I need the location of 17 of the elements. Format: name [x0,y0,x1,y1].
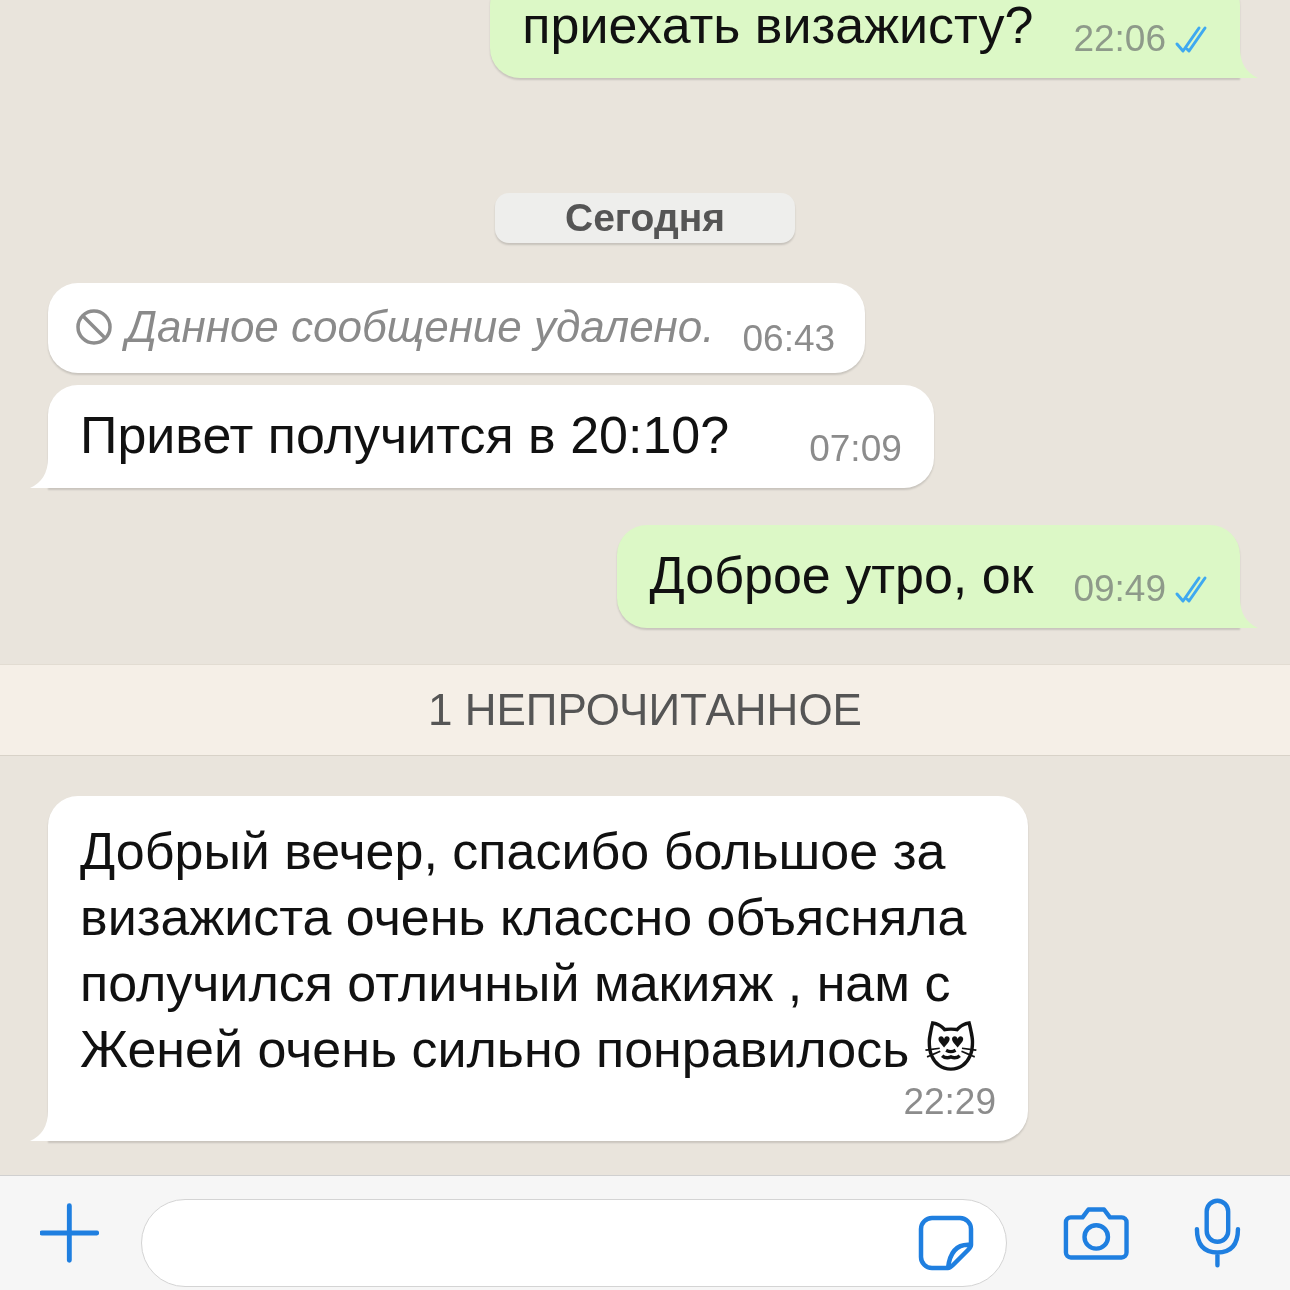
unread-banner: 1 НЕПРОЧИТАННОЕ [0,664,1290,756]
message-text: Привет получится в 20:10? [80,406,730,464]
blocked-icon [74,307,114,347]
date-chip: Сегодня [495,193,795,243]
plus-icon[interactable] [40,1203,99,1263]
sticker-icon[interactable] [917,1215,974,1271]
microphone-icon[interactable] [1193,1197,1242,1269]
camera-icon[interactable] [1062,1205,1130,1261]
message-time: 07:09 [809,429,902,469]
message-time: 06:43 [742,319,836,359]
deleted-message-text: Данное сообщение удалено. [122,301,721,353]
message-time: 22:06 [1073,19,1166,59]
message-time: 09:49 [1073,569,1166,609]
message-time: 22:29 [903,1082,996,1122]
message-text: Доброе утро, ок [649,546,1034,604]
message-text: приехать визажисту? [522,0,1034,54]
message-text: Добрый вечер, спасибо большое за визажиста очень классно объясняла получился отличный макияж , нам с Женей очень сильно понравилось 😻 [80,822,978,1078]
